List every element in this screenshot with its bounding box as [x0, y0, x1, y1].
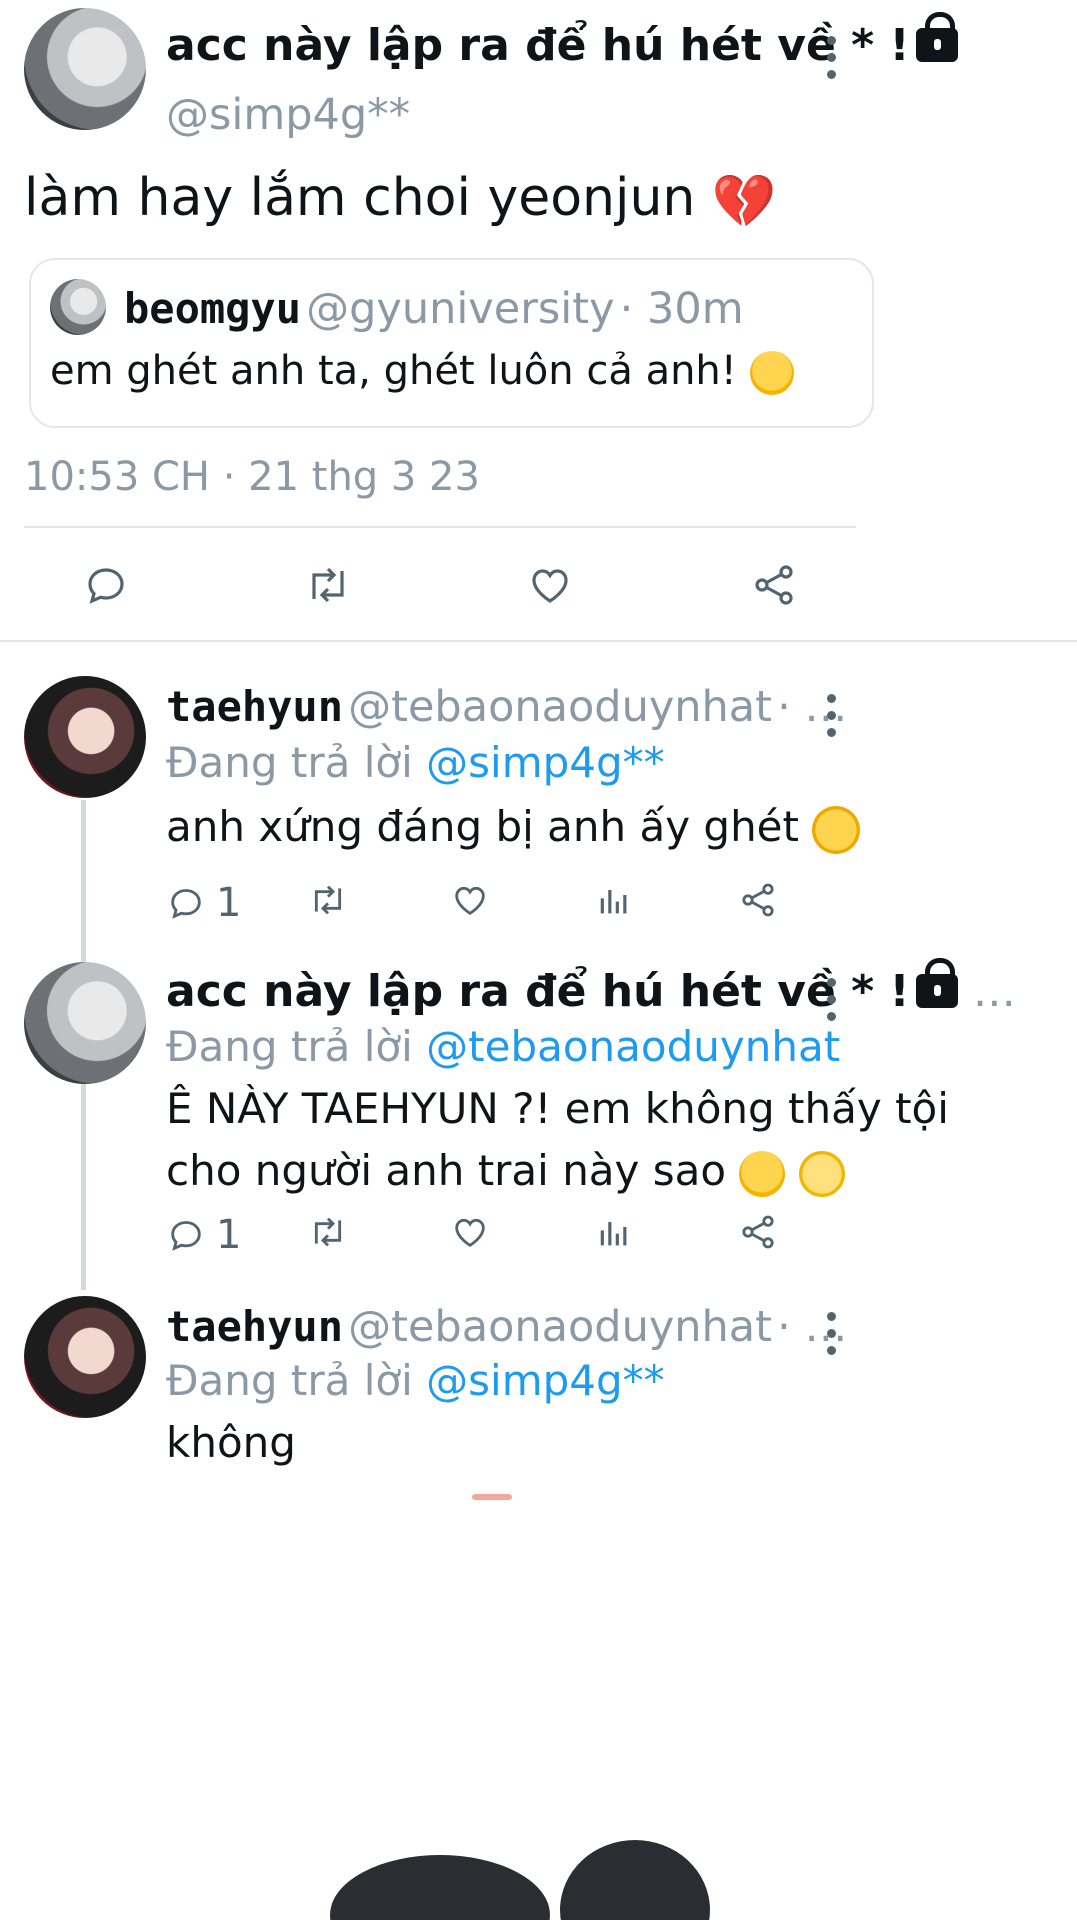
share-icon [755, 565, 793, 605]
like-button[interactable] [450, 880, 490, 920]
reply-more-dots: · … [777, 1302, 848, 1352]
quoted-text-content: em ghét anh ta, ghét luôn cả anh! [50, 348, 737, 394]
reply-display-name[interactable]: taehyun [166, 1302, 343, 1351]
like-icon [455, 1218, 485, 1247]
reply-button[interactable]: 1 [166, 880, 241, 926]
share-icon [742, 883, 774, 917]
partial-image-top [472, 1494, 512, 1500]
lock-icon [915, 12, 958, 62]
retweet-icon [312, 567, 344, 603]
reply-display-name[interactable]: acc này lập ra để hú hét về * ! [166, 966, 910, 1017]
tweet-text-content: làm hay lắm choi yeonjun [24, 168, 696, 228]
retweet-button[interactable] [306, 880, 350, 920]
lock-icon [915, 958, 958, 1008]
views-icon [600, 1222, 627, 1246]
reply-icon [171, 889, 201, 919]
reply-text-line: anh xứng đáng bị anh ấy ghét [166, 802, 799, 851]
reply-more-dots: … [972, 967, 1016, 1017]
reply-text-line-2: cho người anh trai này sao [166, 1140, 949, 1202]
quoted-text: em ghét anh ta, ghét luôn cả anh! [50, 340, 794, 402]
replying-to-link[interactable]: @simp4g** [426, 738, 665, 787]
reply-icon [88, 568, 124, 604]
reply-display-name[interactable]: taehyun [166, 682, 343, 731]
crying-emoji [749, 351, 794, 395]
retweet-button[interactable] [306, 1212, 350, 1252]
reply-button[interactable]: 1 [166, 1212, 241, 1258]
partial-image-shape-right [560, 1840, 710, 1920]
smiling-hearts-emoji [812, 805, 861, 854]
more-options-icon[interactable] [826, 36, 836, 79]
main-display-name[interactable]: acc này lập ra để hú hét về * ! [166, 12, 958, 71]
section-divider [0, 640, 1077, 642]
retweet-button[interactable] [302, 561, 354, 609]
main-handle[interactable]: @simp4g** [166, 90, 410, 140]
share-button[interactable] [738, 1212, 778, 1252]
replying-prefix: Đang trả lời [166, 1356, 413, 1405]
retweet-icon [314, 1217, 342, 1247]
divider [24, 526, 856, 528]
share-button[interactable] [750, 561, 798, 609]
retweet-icon [314, 885, 342, 915]
replying-prefix: Đang trả lời [166, 1022, 413, 1071]
views-icon [600, 890, 627, 914]
share-icon [742, 1215, 774, 1249]
partial-image-shape-left [330, 1855, 550, 1920]
quoted-header: beomgyu @gyuniversity · 30m [124, 284, 744, 334]
reply-text: Ê NÀY TAEHYUN ?! em không thấy tội cho n… [166, 1078, 949, 1202]
reply-button[interactable] [82, 561, 130, 609]
pleading-emoji [798, 1150, 845, 1197]
like-icon [532, 569, 568, 603]
replying-to: Đang trả lời @tebaonaoduynhat [166, 1022, 840, 1071]
display-name-text: acc này lập ra để hú hét về * ! [166, 20, 910, 71]
reply-text: không [166, 1418, 296, 1467]
reply-count: 1 [216, 1212, 242, 1258]
replying-to: Đang trả lời @simp4g** [166, 738, 665, 787]
reply-avatar[interactable] [24, 962, 146, 1084]
tweet-text: làm hay lắm choi yeonjun 💔 [24, 168, 777, 232]
timestamp: 10:53 CH · 21 thg 3 23 [24, 454, 480, 500]
reply-header: taehyun @tebaonaoduynhat · … [166, 682, 847, 732]
crying-emoji [739, 1150, 786, 1197]
views-button[interactable] [594, 1212, 634, 1252]
views-button[interactable] [594, 880, 634, 920]
reply-avatar[interactable] [24, 676, 146, 798]
like-button[interactable] [450, 1212, 490, 1252]
avatar[interactable] [24, 8, 146, 130]
reply-header: taehyun @tebaonaoduynhat · … [166, 1302, 847, 1352]
more-options-icon[interactable] [826, 1312, 836, 1355]
like-icon [455, 886, 485, 915]
reply-handle[interactable]: @tebaonaoduynhat [348, 1302, 772, 1352]
reply-avatar[interactable] [24, 1296, 146, 1418]
reply-icon [171, 1221, 201, 1251]
reply-header: acc này lập ra để hú hét về * ! … [166, 958, 1016, 1017]
replying-prefix: Đang trả lời [166, 738, 413, 787]
quoted-display-name: beomgyu [124, 284, 302, 333]
reply-handle[interactable]: @tebaonaoduynhat [348, 682, 772, 732]
more-options-icon[interactable] [826, 694, 836, 737]
share-button[interactable] [738, 880, 778, 920]
like-button[interactable] [526, 561, 574, 609]
broken-heart-emoji: 💔 [711, 171, 777, 232]
quoted-handle: @gyuniversity [306, 284, 615, 334]
quoted-time: · 30m [619, 284, 744, 334]
quoted-avatar [50, 279, 106, 335]
reply-count: 1 [216, 880, 242, 926]
reply-text-line-2-content: cho người anh trai này sao [166, 1146, 727, 1195]
replying-to: Đang trả lời @simp4g** [166, 1356, 665, 1405]
reply-text-line: Ê NÀY TAEHYUN ?! em không thấy tội [166, 1084, 949, 1133]
replying-to-link[interactable]: @simp4g** [426, 1356, 665, 1405]
more-options-icon[interactable] [826, 978, 836, 1021]
reply-text: anh xứng đáng bị anh ấy ghét [166, 796, 861, 858]
replying-to-link[interactable]: @tebaonaoduynhat [426, 1022, 840, 1071]
reply-more-dots: · … [777, 682, 848, 732]
